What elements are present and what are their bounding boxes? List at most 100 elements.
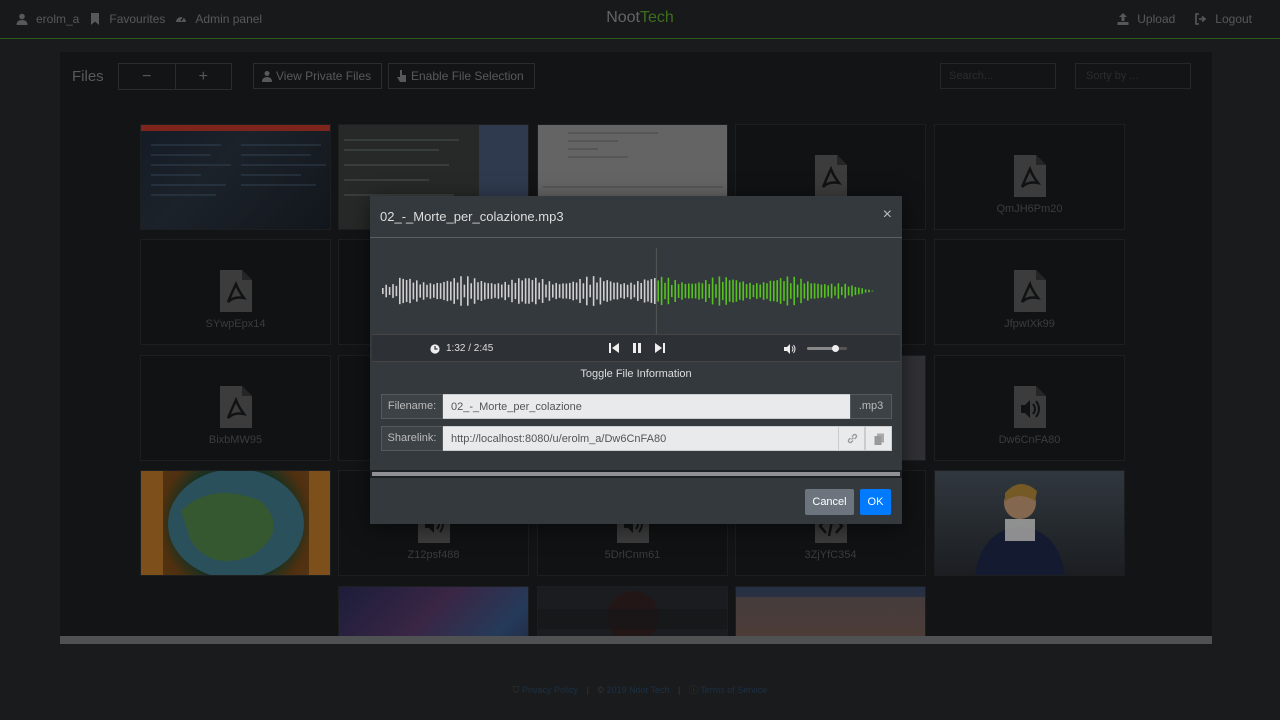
scrollbar-thumb[interactable] <box>372 472 900 476</box>
waveform-bar <box>494 284 496 298</box>
filename-field: Filename: 02_-_Morte_per_colazione .mp3 <box>381 394 892 419</box>
waveform-bar <box>820 284 823 298</box>
waveform-bar <box>613 282 615 300</box>
waveform-bar <box>834 286 836 296</box>
waveform-bar <box>854 287 857 295</box>
toggle-file-info-link[interactable]: Toggle File Information <box>370 368 902 380</box>
waveform-bar <box>657 280 659 302</box>
waveform-bar <box>681 282 683 300</box>
waveform-bar <box>779 278 782 304</box>
waveform-bar <box>711 277 714 305</box>
skip-previous-icon[interactable] <box>608 342 620 354</box>
waveform-bar <box>677 284 680 298</box>
waveform-bar <box>807 281 809 301</box>
waveform-bar <box>609 281 612 301</box>
waveform-bar <box>579 278 581 304</box>
waveform-bar <box>626 284 629 298</box>
waveform-bar <box>460 276 462 306</box>
waveform-bar <box>586 276 588 306</box>
copy-icon <box>874 433 884 445</box>
waveform-bar <box>504 281 506 301</box>
link-icon <box>847 433 858 444</box>
waveform-bar <box>688 283 690 299</box>
waveform-bar <box>701 283 704 299</box>
waveform-bar <box>722 281 724 301</box>
audio-player-controls: 1:32 / 2:45 <box>372 334 900 362</box>
waveform-bar <box>756 283 758 299</box>
sharelink-field: Sharelink: http://localhost:8080/u/erolm… <box>381 426 892 451</box>
waveform-bar <box>851 285 853 297</box>
waveform-bar <box>456 282 459 300</box>
waveform-bar <box>871 290 874 292</box>
cancel-button[interactable]: Cancel <box>805 489 854 515</box>
waveform-bar <box>429 283 432 299</box>
waveform-bar <box>732 279 734 303</box>
copy-link-button[interactable] <box>865 426 892 451</box>
volume-slider[interactable] <box>807 345 847 352</box>
waveform-bar <box>480 280 483 302</box>
waveform-bar <box>507 284 510 298</box>
waveform-bar <box>691 283 693 299</box>
waveform-bar <box>582 283 585 299</box>
waveform-bar <box>810 283 812 299</box>
waveform-bar <box>830 283 833 299</box>
waveform-bar <box>511 279 513 303</box>
waveform-bar <box>739 282 741 300</box>
waveform-bar <box>650 279 653 303</box>
waveform-bar <box>735 280 738 302</box>
waveform-bar <box>433 284 435 298</box>
modal-title: 02_-_Morte_per_colazione.mp3 <box>380 209 564 224</box>
waveform-bar <box>592 276 595 306</box>
volume-icon[interactable] <box>784 343 796 355</box>
waveform-bar <box>392 284 394 298</box>
waveform-bar <box>742 281 744 301</box>
waveform-bar <box>817 283 819 299</box>
skip-next-icon[interactable] <box>654 342 666 354</box>
waveform-bar <box>745 284 748 298</box>
ok-button[interactable]: OK <box>860 489 891 515</box>
waveform-bar <box>470 283 472 299</box>
waveform-bar <box>385 284 387 298</box>
waveform-bar <box>450 281 452 301</box>
waveform-bar <box>599 277 602 305</box>
waveform-bar <box>803 283 806 299</box>
waveform-bar <box>769 280 772 302</box>
waveform-bar <box>637 281 639 301</box>
waveform-bar <box>759 284 761 298</box>
waveform-bar <box>752 284 755 298</box>
pause-icon[interactable] <box>631 342 643 354</box>
waveform-bar <box>399 277 401 305</box>
waveform-bar <box>490 283 493 299</box>
open-link-button[interactable] <box>838 426 865 451</box>
waveform-bar <box>837 283 840 299</box>
waveform-bar <box>541 279 544 303</box>
waveform-bar <box>749 282 751 300</box>
waveform-bar <box>514 282 517 300</box>
waveform-bar <box>790 283 792 299</box>
waveform-bar <box>409 278 411 304</box>
waveform-bar <box>521 280 523 302</box>
waveform-bar <box>640 282 642 300</box>
waveform-bar <box>708 283 710 299</box>
waveform-bar <box>558 284 561 298</box>
waveform[interactable] <box>370 238 902 334</box>
waveform-bar <box>443 281 445 301</box>
filename-input[interactable]: 02_-_Morte_per_colazione <box>443 394 850 419</box>
close-icon[interactable]: × <box>883 206 892 224</box>
waveform-bar <box>620 284 622 298</box>
waveform-bar <box>388 287 391 295</box>
modal-horizontal-scrollbar[interactable] <box>370 470 902 478</box>
volume-knob[interactable] <box>832 345 839 352</box>
sharelink-input[interactable]: http://localhost:8080/u/erolm_a/Dw6CnFA8… <box>443 426 838 451</box>
waveform-bar <box>463 284 466 298</box>
waveform-bar <box>572 281 574 301</box>
waveform-bar <box>487 283 489 299</box>
waveform-bar <box>545 284 547 298</box>
waveform-bar <box>548 281 551 301</box>
waveform-bar <box>555 282 557 300</box>
waveform-bar <box>671 284 673 298</box>
waveform-bar <box>647 280 649 302</box>
waveform-bar <box>589 284 591 298</box>
waveform-bar <box>715 284 717 298</box>
volume-fill <box>807 347 835 350</box>
